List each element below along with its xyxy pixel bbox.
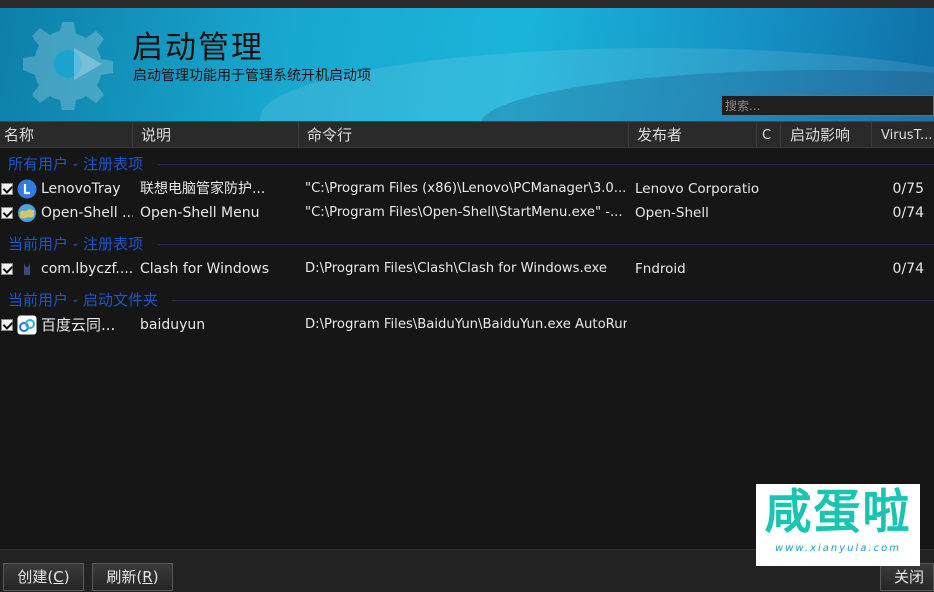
column-header-startup-impact[interactable]: 启动影响 <box>781 122 872 148</box>
item-publisher: Lenovo Corporation <box>635 181 760 197</box>
item-virustotal: 0/75 <box>892 181 924 197</box>
column-header-publisher[interactable]: 发布者 <box>629 122 757 148</box>
baidu-cloud-icon <box>17 315 37 335</box>
item-command: "C:\Program Files\Open-Shell\StartMenu.e… <box>305 205 623 220</box>
item-virustotal: 0/74 <box>892 261 924 277</box>
item-description: 联想电脑管家防护... <box>140 181 266 197</box>
item-publisher <box>635 313 760 337</box>
group-header: 当前用户 - 注册表项 <box>0 232 934 256</box>
create-button[interactable]: 创建(C) <box>3 563 84 591</box>
item-name: Open-Shell ... <box>41 205 133 221</box>
item-command: D:\Program Files\BaiduYun\BaiduYun.exe A… <box>305 317 627 332</box>
list-item[interactable]: Open-Shell ... Open-Shell Menu "C:\Progr… <box>0 201 934 225</box>
watermark-logo: 咸蛋啦 www.xianyula.com <box>756 484 920 566</box>
item-checkbox[interactable] <box>1 207 13 219</box>
refresh-button[interactable]: 刷新(R) <box>92 563 173 591</box>
clash-cat-icon <box>24 263 30 275</box>
list-item[interactable]: LenovoTray 联想电脑管家防护... "C:\Program Files… <box>0 177 934 201</box>
column-header-command[interactable]: 命令行 <box>299 122 629 148</box>
item-publisher: Fndroid <box>635 261 686 277</box>
item-description: Clash for Windows <box>140 261 270 277</box>
column-header-description[interactable]: 说明 <box>133 122 299 148</box>
list-item[interactable]: com.lbyczf.... Clash for Windows D:\Prog… <box>0 257 934 281</box>
item-checkbox[interactable] <box>1 183 13 195</box>
item-virustotal <box>880 313 924 337</box>
gear-arrow-icon <box>23 22 113 110</box>
item-name: LenovoTray <box>41 181 121 197</box>
item-name: 百度云同... <box>41 316 116 334</box>
group-header: 当前用户 - 启动文件夹 <box>0 288 934 312</box>
globe-icon <box>18 204 36 222</box>
group-header: 所有用户 - 注册表项 <box>0 152 934 176</box>
column-header-name[interactable]: 名称 <box>0 122 133 148</box>
search-input[interactable] <box>721 95 934 116</box>
item-checkbox[interactable] <box>1 263 13 275</box>
item-checkbox[interactable] <box>1 319 13 331</box>
close-button[interactable]: 关闭 <box>880 563 934 591</box>
item-description: Open-Shell Menu <box>140 205 260 221</box>
item-publisher: Open-Shell <box>635 205 709 221</box>
lenovo-icon <box>17 179 37 199</box>
window-top-strip <box>0 0 934 8</box>
column-header-virustotal[interactable]: VirusT... <box>872 122 934 148</box>
item-name: com.lbyczf.... <box>41 261 133 277</box>
list-item[interactable]: 百度云同... baiduyun D:\Program Files\BaiduY… <box>0 313 934 337</box>
item-virustotal: 0/74 <box>892 205 924 221</box>
item-command: "C:\Program Files (x86)\Lenovo\PCManager… <box>305 181 627 196</box>
column-header-c[interactable]: C <box>757 122 781 148</box>
column-header-row: 名称 说明 命令行 发布者 C 启动影响 VirusT... <box>0 121 934 148</box>
item-command: D:\Program Files\Clash\Clash for Windows… <box>305 261 608 276</box>
page-subtitle: 启动管理功能用于管理系统开机启动项 <box>133 68 371 84</box>
page-title: 启动管理 <box>132 30 264 66</box>
item-description: baiduyun <box>140 317 206 333</box>
